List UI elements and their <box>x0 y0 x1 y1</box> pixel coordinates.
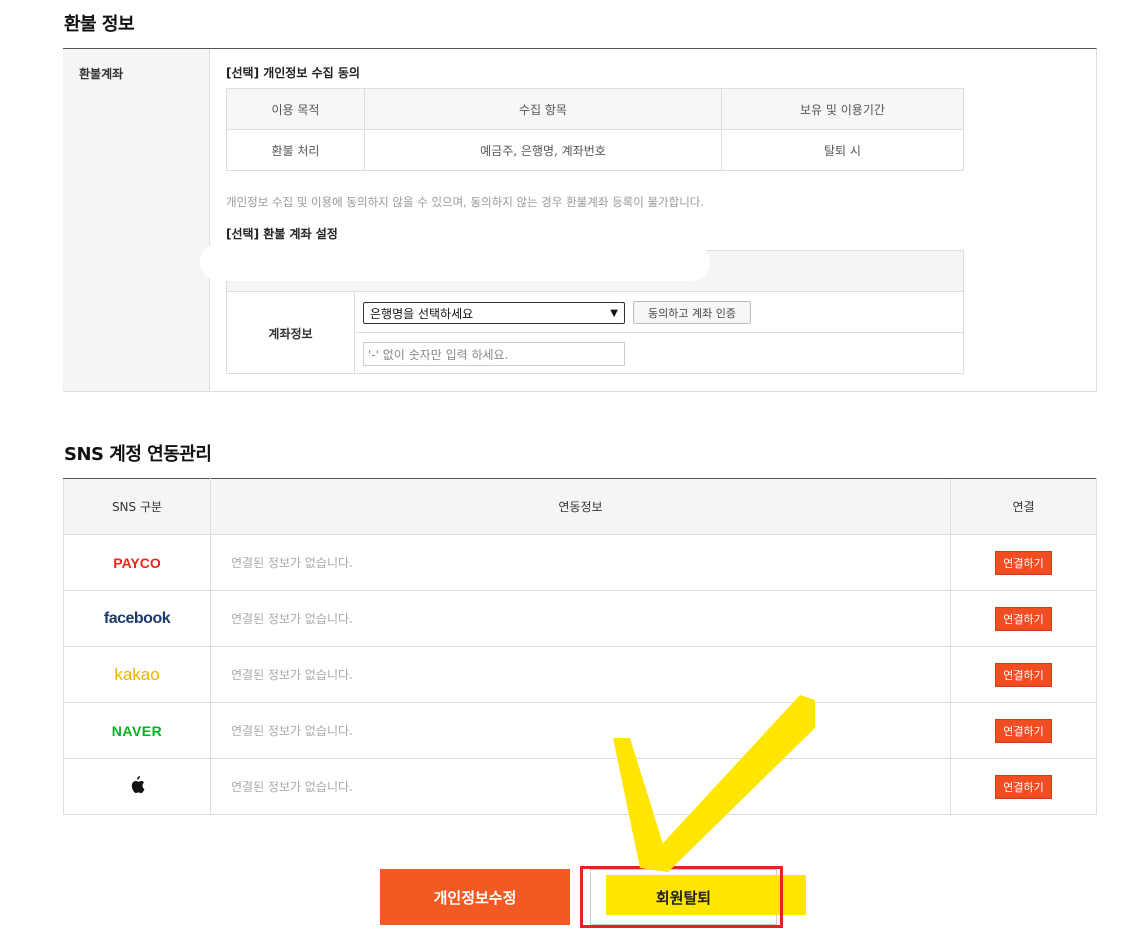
connect-facebook-button[interactable]: 연결하기 <box>995 606 1052 631</box>
connect-payco-button[interactable]: 연결하기 <box>995 550 1052 575</box>
connect-apple-button[interactable]: 연결하기 <box>995 774 1052 799</box>
sns-info: 연결된 정보가 없습니다. <box>210 646 951 703</box>
consent-header-items: 수집 항목 <box>364 88 722 130</box>
account-setting-title: [선택] 환불 계좌 설정 <box>226 227 338 241</box>
table-row: PAYCO 연결된 정보가 없습니다. 연결하기 <box>63 534 1097 591</box>
edit-profile-button[interactable]: 개인정보수정 <box>380 869 570 925</box>
account-info-label: 계좌정보 <box>227 292 355 374</box>
consent-header-period: 보유 및 이용기간 <box>720 88 965 130</box>
refund-main: [선택] 개인정보 수집 동의 이용 목적 수집 항목 보유 및 이용기간 환불… <box>210 49 1096 391</box>
bank-select-value: 은행명을 선택하세요 <box>370 306 474 321</box>
table-row: kakao 연결된 정보가 없습니다. 연결하기 <box>63 646 1097 703</box>
sns-table: SNS 구분 연동정보 연결 PAYCO 연결된 정보가 없습니다. 연결하기 … <box>63 478 1097 815</box>
sns-info: 연결된 정보가 없습니다. <box>210 534 951 591</box>
table-row: facebook 연결된 정보가 없습니다. 연결하기 <box>63 590 1097 647</box>
refund-box: 환불계좌 [선택] 개인정보 수집 동의 이용 목적 수집 항목 보유 및 이용… <box>63 48 1097 392</box>
verify-account-button[interactable]: 동의하고 계좌 인증 <box>633 301 751 324</box>
sns-header-type: SNS 구분 <box>63 478 211 535</box>
refund-account-label: 환불계좌 <box>63 49 210 391</box>
sns-header-connect: 연결 <box>950 478 1097 535</box>
kakao-logo: kakao <box>114 664 160 684</box>
connect-kakao-button[interactable]: 연결하기 <box>995 662 1052 687</box>
sns-info: 연결된 정보가 없습니다. <box>210 758 951 815</box>
table-row: 연결된 정보가 없습니다. 연결하기 <box>63 758 1097 815</box>
connect-naver-button[interactable]: 연결하기 <box>995 718 1052 743</box>
consent-header-purpose: 이용 목적 <box>226 88 365 130</box>
sns-info: 연결된 정보가 없습니다. <box>210 702 951 759</box>
sns-header-info: 연동정보 <box>210 478 951 535</box>
consent-title: [선택] 개인정보 수집 동의 <box>226 66 360 80</box>
account-number-input[interactable]: '-' 없이 숫자만 입력 하세요. <box>363 342 625 366</box>
sns-info: 연결된 정보가 없습니다. <box>210 590 951 647</box>
refund-section-title: 환불 정보 <box>64 14 135 35</box>
consent-cell-items: 예금주, 은행명, 계좌번호 <box>364 129 722 171</box>
table-row: NAVER 연결된 정보가 없습니다. 연결하기 <box>63 702 1097 759</box>
consent-cell-period: 탈퇴 시 <box>720 129 965 171</box>
payco-logo: PAYCO <box>113 554 161 571</box>
annotation-red-box <box>580 866 783 928</box>
chevron-down-icon: ▼ <box>610 307 618 319</box>
bank-select[interactable]: 은행명을 선택하세요 ▼ <box>363 302 625 324</box>
bank-row: 은행명을 선택하세요 ▼ 동의하고 계좌 인증 <box>355 292 963 333</box>
consent-cell-purpose: 환불 처리 <box>226 129 365 171</box>
naver-logo: NAVER <box>111 722 163 739</box>
redaction-overlay <box>200 243 710 281</box>
apple-icon <box>129 776 145 797</box>
sns-section-title: SNS 계정 연동관리 <box>64 444 212 465</box>
account-number-row: '-' 없이 숫자만 입력 하세요. <box>355 333 963 374</box>
facebook-logo: facebook <box>103 609 171 627</box>
consent-note: 개인정보 수집 및 이용에 동의하지 않을 수 있으며, 동의하지 않는 경우 … <box>226 195 705 209</box>
consent-table: 이용 목적 수집 항목 보유 및 이용기간 환불 처리 예금주, 은행명, 계좌… <box>226 88 965 171</box>
